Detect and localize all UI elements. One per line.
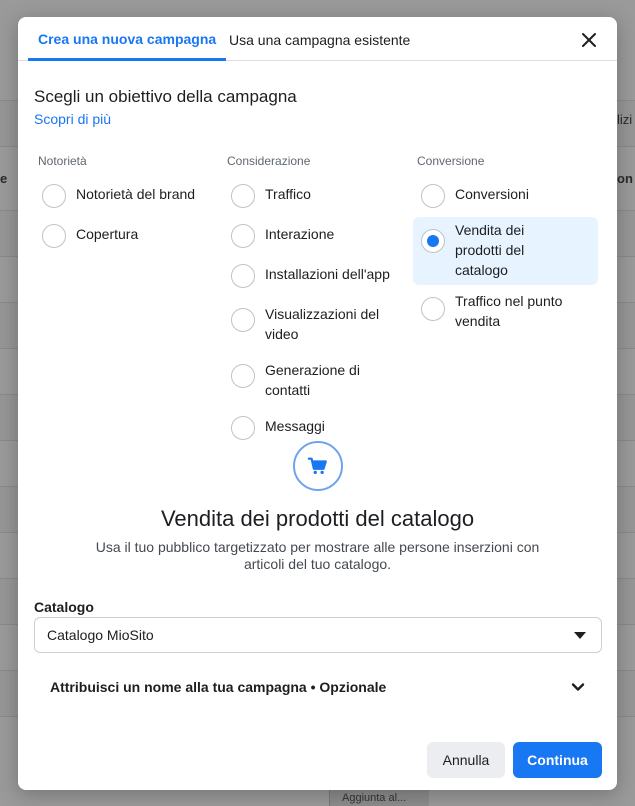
column-title: Considerazione xyxy=(227,154,311,168)
objective-column-awareness: Notorietà Notorietà del brand Copertura xyxy=(34,154,219,257)
option-label: Copertura xyxy=(76,226,139,242)
bg-edge-text: on xyxy=(617,171,633,186)
objective-icon-circle xyxy=(293,441,343,491)
objective-title: Vendita dei prodotti del catalogo xyxy=(160,506,475,531)
option-label: Conversioni xyxy=(455,186,529,202)
option-label: Generazione di contatti xyxy=(265,362,360,398)
objective-option-brand-awareness[interactable]: Notorietà del brand xyxy=(34,177,219,215)
option-label: Installazioni dell'app xyxy=(265,266,390,282)
objective-column-consideration: Considerazione Traffico Interazione Inst… xyxy=(223,154,403,449)
caret-down-icon xyxy=(574,632,586,639)
page-title: Scegli un obiettivo della campagna xyxy=(34,87,297,106)
objective-option-conversions[interactable]: Conversioni xyxy=(413,177,598,215)
radio-button[interactable] xyxy=(42,184,66,208)
bg-table-cell: Aggiunta al... xyxy=(329,790,429,806)
radio-button[interactable] xyxy=(231,184,255,208)
bg-edge-text: lizi xyxy=(617,112,633,127)
option-label: Traffico xyxy=(265,186,311,202)
option-label: Traffico nel punto vendita xyxy=(455,293,563,329)
radio-button[interactable] xyxy=(231,364,255,388)
objective-option-video-views[interactable]: Visualizzazioni del video xyxy=(223,297,393,351)
catalog-selected-value: Catalogo MioSito xyxy=(47,627,154,643)
radio-button[interactable] xyxy=(231,264,255,288)
close-icon xyxy=(582,33,596,47)
option-label: Messaggi xyxy=(265,418,325,434)
radio-button[interactable] xyxy=(421,184,445,208)
campaign-name-label: Attribuisci un nome alla tua campagna • … xyxy=(50,679,387,695)
tab-new-campaign[interactable]: Crea una nuova campagna xyxy=(28,17,227,61)
objective-option-reach[interactable]: Copertura xyxy=(34,217,219,255)
chevron-down-icon xyxy=(571,683,585,691)
bg-edge-text: e xyxy=(0,171,8,186)
campaign-name-expander[interactable]: Attribuisci un nome alla tua campagna • … xyxy=(34,669,602,705)
column-title: Conversione xyxy=(417,154,485,168)
radio-button[interactable] xyxy=(231,224,255,248)
option-label: Notorietà del brand xyxy=(76,186,196,202)
catalog-label: Catalogo xyxy=(34,599,94,615)
radio-button[interactable] xyxy=(231,416,255,440)
tab-bar: Crea una nuova campagna Usa una campagna… xyxy=(18,17,617,61)
cancel-button[interactable]: Annulla xyxy=(427,742,505,778)
objective-option-catalog-sales[interactable]: Vendita dei prodotti del catalogo xyxy=(413,217,598,285)
option-label: Vendita dei prodotti del catalogo xyxy=(455,222,525,278)
close-button[interactable] xyxy=(579,30,599,50)
radio-button[interactable] xyxy=(231,308,255,332)
tab-existing-campaign[interactable]: Usa una campagna esistente xyxy=(229,17,410,61)
option-label: Visualizzazioni del video xyxy=(265,306,380,342)
catalog-select[interactable]: Catalogo MioSito xyxy=(34,617,602,653)
continue-button[interactable]: Continua xyxy=(513,742,602,778)
objective-option-app-installs[interactable]: Installazioni dell'app xyxy=(223,257,403,295)
objective-description: Usa il tuo pubblico targetizzato per mos… xyxy=(95,539,540,572)
objective-column-conversion: Conversione Conversioni Vendita dei prod… xyxy=(413,154,598,340)
radio-button[interactable] xyxy=(421,297,445,321)
objective-option-store-traffic[interactable]: Traffico nel punto vendita xyxy=(413,287,598,338)
objective-option-engagement[interactable]: Interazione xyxy=(223,217,403,255)
learn-more-link[interactable]: Scopri di più xyxy=(34,111,111,127)
radio-button-selected[interactable] xyxy=(421,229,445,253)
column-title: Notorietà xyxy=(38,154,87,168)
shopping-cart-icon xyxy=(307,457,327,475)
create-campaign-dialog: Crea una nuova campagna Usa una campagna… xyxy=(18,17,617,790)
objective-option-lead-generation[interactable]: Generazione di contatti xyxy=(223,353,373,407)
objective-option-traffic[interactable]: Traffico xyxy=(223,177,403,215)
option-label: Interazione xyxy=(265,226,335,242)
radio-button[interactable] xyxy=(42,224,66,248)
